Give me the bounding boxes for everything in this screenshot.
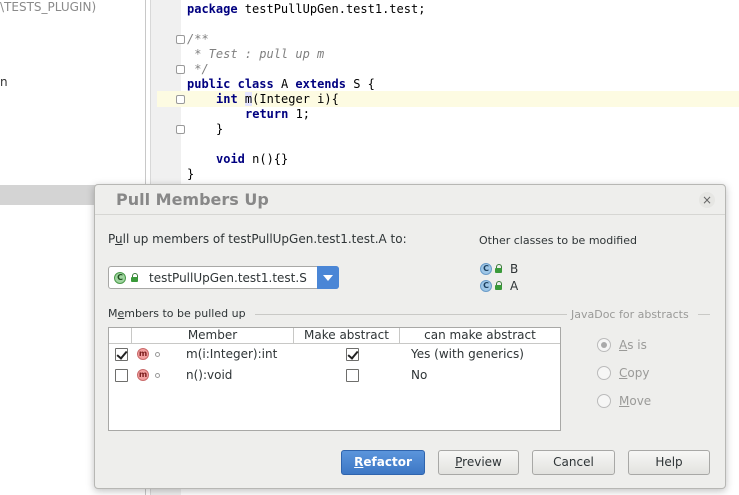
label-part: review [462, 455, 502, 469]
code-line: /** [187, 32, 209, 47]
target-class-value: testPullUpGen.test1.test.S [149, 271, 307, 285]
can-make-abstract: No [411, 368, 428, 382]
code-token: n(){} [244, 152, 289, 166]
fold-toggle-icon[interactable] [176, 95, 185, 104]
members-label: Members to be pulled up [108, 307, 246, 320]
code-line: int m(Integer i){ [216, 92, 339, 107]
code-token: } [187, 167, 195, 181]
label-part: opy [627, 366, 650, 380]
help-button[interactable]: Help [628, 450, 710, 475]
code-token: } [216, 122, 224, 136]
members-table[interactable]: Member Make abstract can make abstract m… [108, 327, 561, 431]
radio-copy[interactable] [597, 366, 611, 380]
javadoc-label: JavaDoc for abstracts [571, 308, 689, 321]
mnemonic: M [619, 394, 630, 408]
fold-toggle-icon[interactable] [176, 35, 185, 44]
code-token: extends [295, 77, 346, 91]
preview-button[interactable]: Preview [438, 450, 519, 475]
radio-label: Copy [619, 366, 649, 380]
code-line: void n(){} [216, 152, 288, 167]
code-token: /** [187, 32, 209, 46]
dialog-title: Pull Members Up [116, 190, 269, 209]
code-token: public [187, 77, 231, 91]
fold-toggle-icon[interactable] [176, 65, 185, 74]
target-class-combo[interactable]: C testPullUpGen.test1.test.S [108, 266, 339, 289]
code-line: return 1; [245, 107, 310, 122]
radio-label: Move [619, 394, 651, 408]
member-name: n():void [186, 368, 233, 382]
lock-icon [495, 281, 503, 290]
code-token: int [216, 92, 238, 106]
fold-toggle-icon[interactable] [176, 125, 185, 134]
pull-up-target-label: Pull up members of testPullUpGen.test1.t… [108, 232, 407, 246]
other-classes-label: Other classes to be modified [479, 234, 637, 247]
code-token: void [216, 152, 245, 166]
code-token: package [187, 2, 238, 16]
method-icon: m [137, 369, 149, 381]
code-token: (Integer i){ [252, 92, 339, 106]
visibility-icon [155, 352, 160, 357]
label-part: efactor [363, 455, 412, 469]
member-name: m(i:Integer):int [186, 347, 278, 361]
code-token: * Test : pull up m [187, 47, 325, 61]
table-row[interactable]: m n():void No [109, 366, 560, 386]
label-part: s is [627, 338, 647, 352]
label-part: ove [629, 394, 652, 408]
visibility-icon [155, 373, 160, 378]
lock-icon [131, 273, 139, 282]
project-tree-header: \TESTS_PLUGIN) [0, 0, 97, 14]
label-part: mbers to be pulled up [124, 307, 246, 320]
pull-members-up-dialog: Pull Members Up × Pull up members of tes… [94, 184, 726, 489]
method-icon: m [137, 348, 149, 360]
code-line: */ [187, 62, 209, 77]
code-token: 1; [288, 107, 311, 121]
code-token: return [245, 107, 289, 121]
label-part: P [108, 232, 116, 246]
radio-label: As is [619, 338, 647, 352]
separator [698, 314, 710, 315]
mnemonic: A [619, 338, 628, 352]
column-header[interactable]: can make abstract [400, 328, 560, 343]
member-checkbox[interactable] [115, 348, 128, 361]
code-line: package testPullUpGen.test1.test; [187, 2, 425, 17]
class-icon: C [480, 280, 492, 292]
table-header: Member Make abstract can make abstract [109, 328, 560, 344]
code-token: S { [345, 77, 375, 91]
make-abstract-checkbox[interactable] [346, 369, 359, 382]
column-header[interactable]: Member [132, 328, 294, 343]
code-line: * Test : pull up m [187, 47, 324, 62]
close-icon[interactable]: × [699, 192, 715, 208]
other-class-name: A [510, 279, 519, 293]
can-make-abstract: Yes (with generics) [411, 347, 524, 361]
code-line: } [216, 122, 223, 137]
label-part: ll up members of testPullUpGen.test1.tes… [122, 232, 407, 246]
mnemonic: u [115, 232, 123, 246]
radio-as-is[interactable] [597, 338, 611, 352]
table-row[interactable]: m m(i:Integer):int Yes (with generics) [109, 345, 560, 365]
class-icon: C [480, 263, 492, 275]
separator [255, 314, 561, 315]
separator [561, 314, 567, 315]
label-part: M [108, 307, 118, 320]
class-icon: C [114, 272, 126, 284]
code-token: testPullUpGen.test1.test; [237, 2, 426, 16]
project-tree-item[interactable]: n [0, 75, 8, 89]
cancel-button[interactable]: Cancel [532, 450, 615, 475]
make-abstract-checkbox[interactable] [346, 348, 359, 361]
refactor-button[interactable]: Refactor [341, 450, 425, 475]
code-token: A [273, 77, 296, 91]
dialog-titlebar[interactable]: Pull Members Up × [95, 185, 725, 215]
code-token: class [237, 77, 274, 91]
chevron-down-icon[interactable] [317, 266, 339, 289]
other-class-name: B [510, 262, 519, 276]
column-header[interactable]: Make abstract [294, 328, 400, 343]
lock-icon [495, 264, 503, 273]
code-token: */ [187, 62, 209, 76]
member-checkbox[interactable] [115, 369, 128, 382]
radio-move[interactable] [597, 394, 611, 408]
code-line: public class A extends S { [187, 77, 375, 92]
mnemonic: R [354, 455, 364, 469]
code-line: } [187, 167, 194, 182]
column-header[interactable] [109, 328, 132, 343]
